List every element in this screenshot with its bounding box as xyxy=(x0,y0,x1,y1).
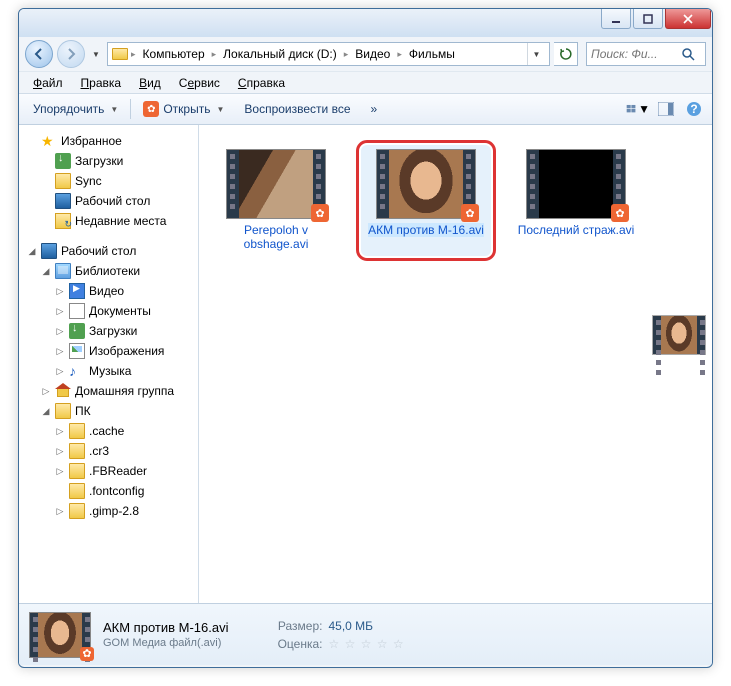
address-dropdown[interactable]: ▼ xyxy=(527,43,545,65)
refresh-button[interactable] xyxy=(554,42,578,66)
sidebar-documents[interactable]: ▷Документы xyxy=(19,301,198,321)
sidebar-desktop-root[interactable]: ◢Рабочий стол xyxy=(19,241,198,261)
details-pane: АКМ против М-16.avi GOM Медиа файл(.avi)… xyxy=(19,603,712,665)
search-input[interactable] xyxy=(591,47,681,61)
folder-icon xyxy=(69,423,85,439)
details-size-value: 45,0 МБ xyxy=(328,619,373,633)
pictures-icon xyxy=(69,343,85,359)
file-item[interactable]: Perepoloh v obshage.avi xyxy=(211,145,341,256)
file-thumbnail xyxy=(226,149,326,219)
details-filename: АКМ против М-16.avi xyxy=(103,620,228,635)
address-bar[interactable]: ▸ Компьютер▸ Локальный диск (D:)▸ Видео▸… xyxy=(107,42,550,66)
titlebar xyxy=(19,9,712,37)
search-icon xyxy=(681,47,695,61)
file-thumbnail xyxy=(526,149,626,219)
open-button[interactable]: ✿Открыть▼ xyxy=(135,97,232,121)
explorer-window: ▼ ▸ Компьютер▸ Локальный диск (D:)▸ Виде… xyxy=(18,8,713,668)
gom-icon: ✿ xyxy=(143,101,159,117)
folder-icon xyxy=(69,463,85,479)
search-box[interactable] xyxy=(586,42,706,66)
file-name: АКМ против М-16.avi xyxy=(368,223,484,237)
forward-button[interactable] xyxy=(57,40,85,68)
libraries-icon xyxy=(55,263,71,279)
gom-badge-icon xyxy=(311,204,329,222)
sidebar-cr3[interactable]: ▷.cr3 xyxy=(19,441,198,461)
sidebar-favorites[interactable]: ★Избранное xyxy=(19,131,198,151)
help-button[interactable]: ? xyxy=(682,97,706,121)
file-list[interactable]: Perepoloh v obshage.avi АКМ против М-16.… xyxy=(199,125,712,603)
details-thumbnail xyxy=(29,612,91,658)
menu-edit[interactable]: Правка xyxy=(73,74,130,92)
sidebar-desktop[interactable]: Рабочий стол xyxy=(19,191,198,211)
sidebar-downloads-lib[interactable]: ▷Загрузки xyxy=(19,321,198,341)
back-button[interactable] xyxy=(25,40,53,68)
minimize-button[interactable] xyxy=(601,9,631,29)
homegroup-icon xyxy=(55,383,71,399)
breadcrumb-computer[interactable]: Компьютер xyxy=(139,45,209,63)
playall-button[interactable]: Воспроизвести все xyxy=(236,98,358,120)
preview-pane-button[interactable] xyxy=(654,97,678,121)
navigation-pane: ★Избранное Загрузки Sync Рабочий стол Не… xyxy=(19,125,199,603)
toolbar-overflow[interactable]: » xyxy=(363,98,386,120)
file-item[interactable]: Последний страж.avi xyxy=(511,145,641,256)
folder-icon xyxy=(69,483,85,499)
nav-history-dropdown[interactable]: ▼ xyxy=(89,44,103,64)
file-thumbnail xyxy=(376,149,476,219)
folder-icon xyxy=(55,403,71,419)
download-icon xyxy=(69,323,85,339)
file-name: Perepoloh v obshage.avi xyxy=(215,223,337,252)
sidebar-music[interactable]: ▷♪Музыка xyxy=(19,361,198,381)
details-rating-stars[interactable]: ☆ ☆ ☆ ☆ ☆ xyxy=(328,637,404,651)
sidebar-pc[interactable]: ◢ПК xyxy=(19,401,198,421)
menu-view[interactable]: Вид xyxy=(131,74,169,92)
document-icon xyxy=(69,303,85,319)
sidebar-fontconfig[interactable]: .fontconfig xyxy=(19,481,198,501)
address-row: ▼ ▸ Компьютер▸ Локальный диск (D:)▸ Виде… xyxy=(19,37,712,71)
details-filetype: GOM Медиа файл(.avi) xyxy=(103,637,228,649)
menu-bar: ФФайлайл Правка Вид Сервис Справка xyxy=(19,71,712,93)
file-item-selected[interactable]: АКМ против М-16.avi xyxy=(361,145,491,256)
gom-badge-icon xyxy=(611,204,629,222)
gom-badge-icon xyxy=(461,204,479,222)
sidebar-pictures[interactable]: ▷Изображения xyxy=(19,341,198,361)
music-icon: ♪ xyxy=(69,363,85,379)
breadcrumb-films[interactable]: Фильмы xyxy=(405,45,459,63)
breadcrumb-drive[interactable]: Локальный диск (D:) xyxy=(219,45,341,63)
svg-text:?: ? xyxy=(690,102,697,116)
download-icon xyxy=(55,153,71,169)
desktop-icon xyxy=(55,193,71,209)
sidebar-cache[interactable]: ▷.cache xyxy=(19,421,198,441)
star-icon: ★ xyxy=(41,133,57,149)
menu-tools[interactable]: Сервис xyxy=(171,74,228,92)
breadcrumb-video[interactable]: Видео xyxy=(351,45,394,63)
drag-preview xyxy=(652,315,706,355)
details-rating-label: Оценка: xyxy=(270,637,322,651)
menu-file[interactable]: ФФайлайл xyxy=(25,74,71,92)
folder-icon xyxy=(112,48,128,60)
recent-icon xyxy=(55,213,71,229)
organize-button[interactable]: Упорядочить▼ xyxy=(25,98,126,120)
sidebar-recent[interactable]: Недавние места xyxy=(19,211,198,231)
video-icon xyxy=(69,283,85,299)
maximize-button[interactable] xyxy=(633,9,663,29)
view-options-button[interactable]: ▼ xyxy=(626,97,650,121)
sidebar-libraries[interactable]: ◢Библиотеки xyxy=(19,261,198,281)
sidebar-homegroup[interactable]: ▷Домашняя группа xyxy=(19,381,198,401)
sidebar-sync[interactable]: Sync xyxy=(19,171,198,191)
folder-icon xyxy=(69,443,85,459)
menu-help[interactable]: Справка xyxy=(230,74,293,92)
file-name: Последний страж.avi xyxy=(518,223,635,237)
sidebar-fbreader[interactable]: ▷.FBReader xyxy=(19,461,198,481)
desktop-icon xyxy=(41,243,57,259)
sidebar-gimp[interactable]: ▷.gimp-2.8 xyxy=(19,501,198,521)
details-size-label: Размер: xyxy=(270,619,322,633)
toolbar: Упорядочить▼ ✿Открыть▼ Воспроизвести все… xyxy=(19,93,712,125)
folder-icon xyxy=(55,173,71,189)
folder-icon xyxy=(69,503,85,519)
sidebar-downloads[interactable]: Загрузки xyxy=(19,151,198,171)
close-button[interactable] xyxy=(665,9,711,29)
sidebar-videos[interactable]: ▷Видео xyxy=(19,281,198,301)
gom-badge-icon xyxy=(80,647,94,661)
